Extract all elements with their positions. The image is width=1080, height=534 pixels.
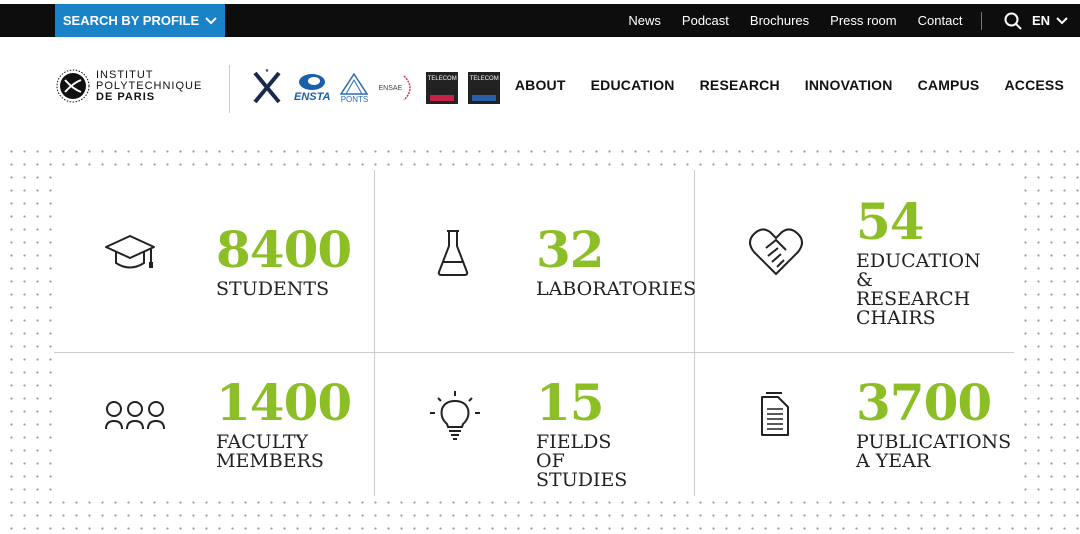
stat-value: 3700 [856,373,992,432]
stat-value: 54 [856,192,925,251]
top-bar: SEARCH BY PROFILE News Podcast Brochures… [0,4,1080,37]
ensae-label: ENSAE [378,84,403,92]
telecom-paris-logo[interactable]: TELECOM [426,72,459,104]
stat-label: STUDENTS [216,278,330,300]
chevron-down-icon [205,16,217,24]
stat-value: 1400 [216,373,352,432]
stat-publications: 3700 PUBLICATIONS A YEAR [694,353,1014,516]
nav-education[interactable]: EDUCATION [591,77,675,93]
stat-faculty: 1400 FACULTY MEMBERS [54,353,374,516]
brochures-link[interactable]: Brochures [750,13,809,28]
stat-value: 32 [536,220,605,279]
stat-label: EDUCATION & RESEARCH CHAIRS [856,250,981,329]
graduation-cap-icon [105,235,155,269]
nav-research[interactable]: RESEARCH [700,77,780,93]
stat-value: 8400 [216,220,352,279]
nav-campus[interactable]: CAMPUS [918,77,980,93]
top-links: News Podcast Brochures Press room Contac… [618,4,1068,37]
stat-label: FIELDS OF STUDIES [536,431,628,491]
header-divider [229,65,230,113]
lightbulb-icon [430,391,480,440]
ensae-logo[interactable]: ENSAE [378,74,416,102]
stat-chairs: 54 EDUCATION & RESEARCH CHAIRS [694,170,1014,333]
main-nav: ABOUT EDUCATION RESEARCH INNOVATION CAMP… [490,77,1064,93]
logo-line-3: DE PARIS [96,90,156,103]
flask-icon [437,230,469,276]
stat-students: 8400 STUDENTS [54,170,374,333]
divider [980,11,982,30]
nav-innovation[interactable]: INNOVATION [805,77,893,93]
telecom-paris-label: TELECOM [427,76,457,82]
search-icon[interactable] [1004,12,1022,30]
ensta-emblem-icon [299,74,326,90]
telecom-sudparis-bar [472,95,497,101]
institut-logo[interactable]: INSTITUT POLYTECHNIQUE DE PARIS [56,69,202,103]
contact-link[interactable]: Contact [918,13,963,28]
ensae-arc-icon [403,75,411,101]
stat-label: PUBLICATIONS A YEAR [856,431,1012,472]
logo-line-2: POLYTECHNIQUE [96,79,203,92]
ensta-logo[interactable]: ENSTA [294,73,330,103]
stat-label: FACULTY MEMBERS [216,431,324,472]
search-by-profile-button[interactable]: SEARCH BY PROFILE [55,4,225,37]
nav-about[interactable]: ABOUT [515,77,566,93]
language-label: EN [1031,13,1050,28]
handshake-icon [749,228,803,275]
podcast-link[interactable]: Podcast [682,13,729,28]
telecom-paris-bar [430,95,455,101]
search-by-profile-label: SEARCH BY PROFILE [62,13,200,28]
svg-text:★: ★ [265,68,270,74]
ponts-logo[interactable]: PONTS [340,72,369,104]
main-header: INSTITUT POLYTECHNIQUE DE PARIS ★ ENSTA … [0,37,1080,140]
ensta-label: ENSTA [294,91,331,103]
partner-logos: ★ ENSTA PONTS ENSAE TELECOM TELECOM [250,67,501,109]
ponts-triangle-icon [340,72,369,95]
stat-laboratories: 32 LABORATORIES [374,170,697,333]
logo-text: INSTITUT POLYTECHNIQUE DE PARIS [96,68,203,103]
nav-access[interactable]: ACCESS [1004,77,1064,93]
stat-label: LABORATORIES [536,278,697,300]
logo-line-1: INSTITUT [96,68,154,81]
press-room-link[interactable]: Press room [830,13,896,28]
ponts-label: PONTS [340,94,369,104]
ip-paris-emblem-icon [56,69,90,103]
language-selector[interactable]: EN [1032,13,1068,28]
news-link[interactable]: News [628,13,661,28]
polytechnique-logo-icon[interactable]: ★ [250,68,284,108]
stat-value: 15 [536,373,605,432]
key-figures-grid: 8400 STUDENTS 32 LABORATORIES 54 EDUCATI… [54,170,1014,496]
people-icon [105,401,165,430]
chevron-down-icon [1056,16,1068,24]
stat-fields: 15 FIELDS OF STUDIES [374,353,694,516]
document-icon [761,392,789,436]
